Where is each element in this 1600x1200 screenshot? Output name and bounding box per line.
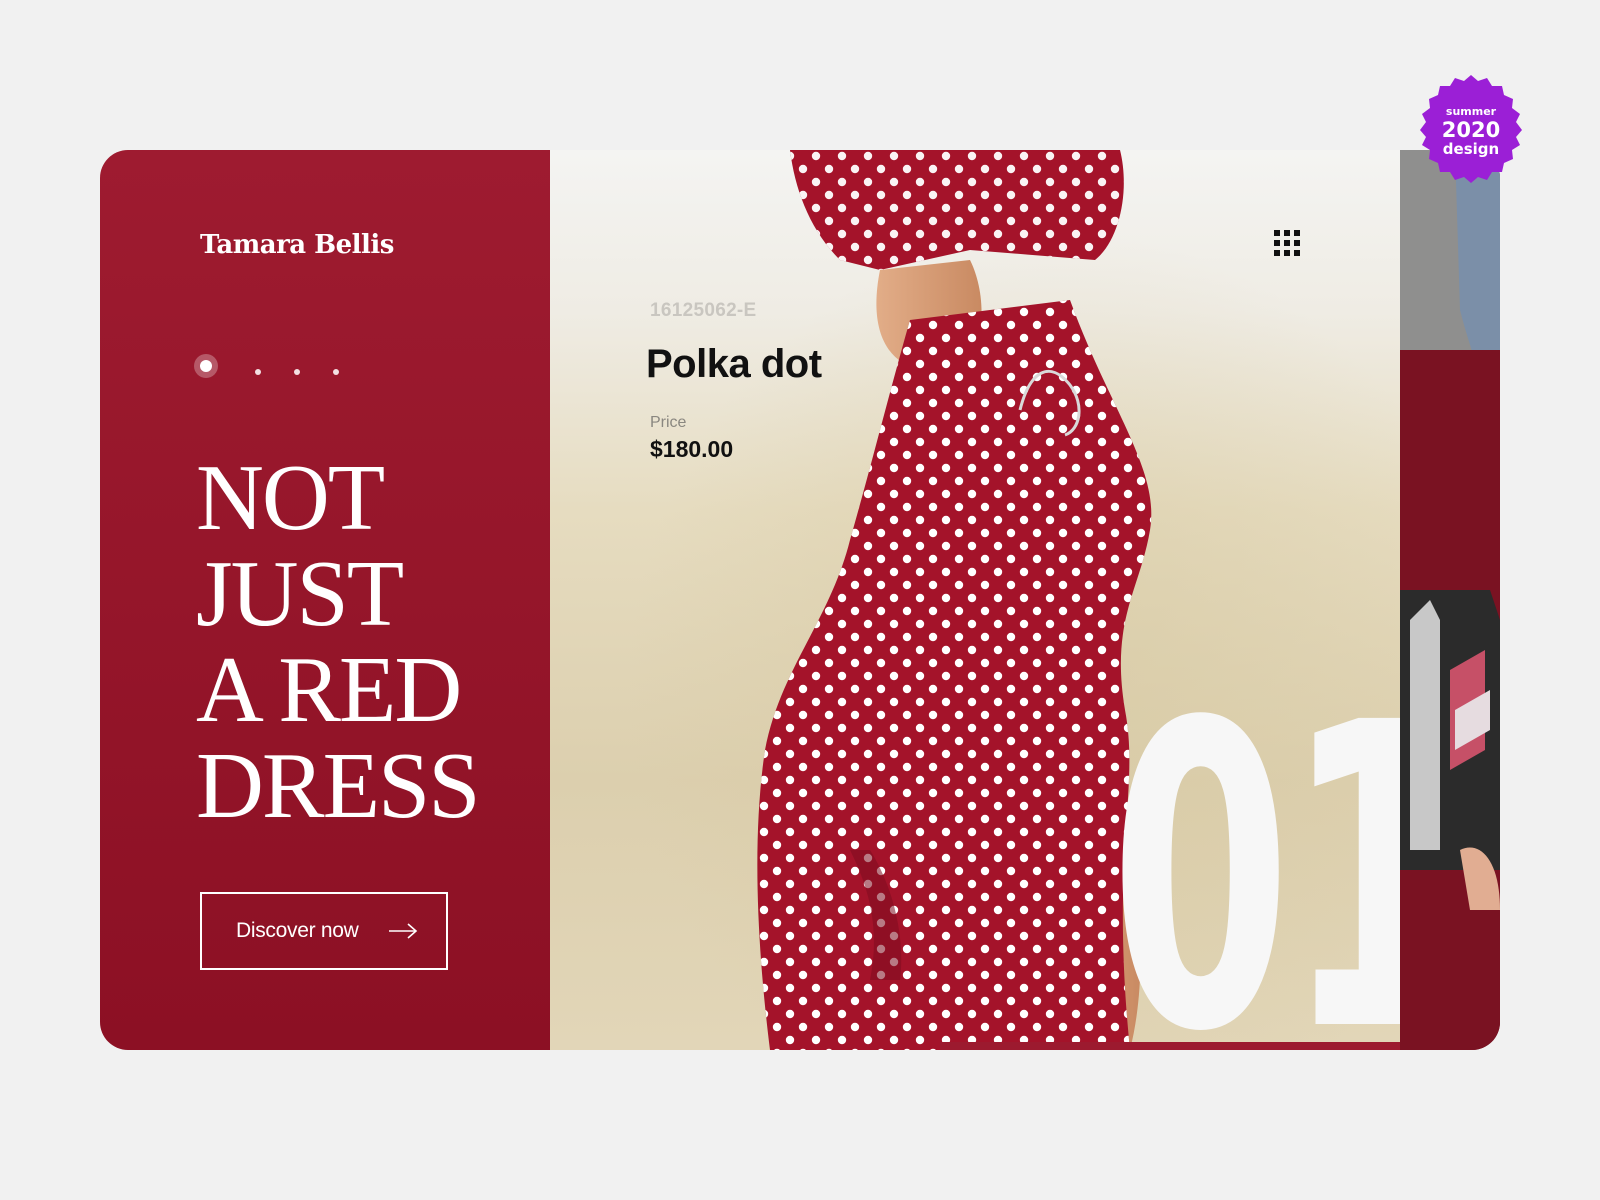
- slide-number: 01: [1110, 700, 1400, 1030]
- slider-dot-2[interactable]: [255, 369, 261, 375]
- headline-line-1: NOT: [196, 446, 385, 550]
- cta-label: Discover now: [236, 919, 359, 942]
- brand-logo[interactable]: Tamara Bellis: [200, 230, 394, 260]
- badge-text-top: summer: [1446, 105, 1497, 118]
- progress-bar: [940, 1042, 1400, 1050]
- hero-panel: Tamara Bellis NOT JUST A RED DRESS Disco…: [100, 150, 550, 1050]
- product-price: $180.00: [650, 436, 734, 462]
- discover-now-button[interactable]: Discover now: [200, 892, 448, 970]
- headline-line-4: DRESS: [196, 734, 481, 838]
- product-card: Tamara Bellis NOT JUST A RED DRESS Disco…: [100, 150, 1500, 1050]
- price-label: Price: [650, 414, 687, 431]
- product-title: Polka dot: [646, 342, 822, 386]
- slider-dot-1[interactable]: [200, 360, 212, 372]
- product-photo: 01 16125062-E Polka dot Price $180.00: [550, 150, 1400, 1050]
- badge-text-middle: 2020: [1442, 118, 1500, 142]
- slider-dot-4[interactable]: [333, 369, 339, 375]
- arrow-right-icon: [389, 923, 418, 939]
- headline-line-3: A RED: [196, 638, 462, 742]
- headline-line-2: JUST: [196, 542, 404, 646]
- slider-dot-3[interactable]: [294, 369, 300, 375]
- next-slide-preview[interactable]: [1400, 150, 1500, 1050]
- grid-menu-icon[interactable]: [1274, 230, 1300, 256]
- product-sku: 16125062-E: [650, 300, 757, 321]
- summer-2020-design-badge: summer 2020 design: [1420, 75, 1522, 183]
- badge-text-bottom: design: [1443, 140, 1499, 158]
- next-slide-image: [1400, 150, 1500, 1050]
- hero-headline: NOT JUST A RED DRESS: [196, 450, 536, 834]
